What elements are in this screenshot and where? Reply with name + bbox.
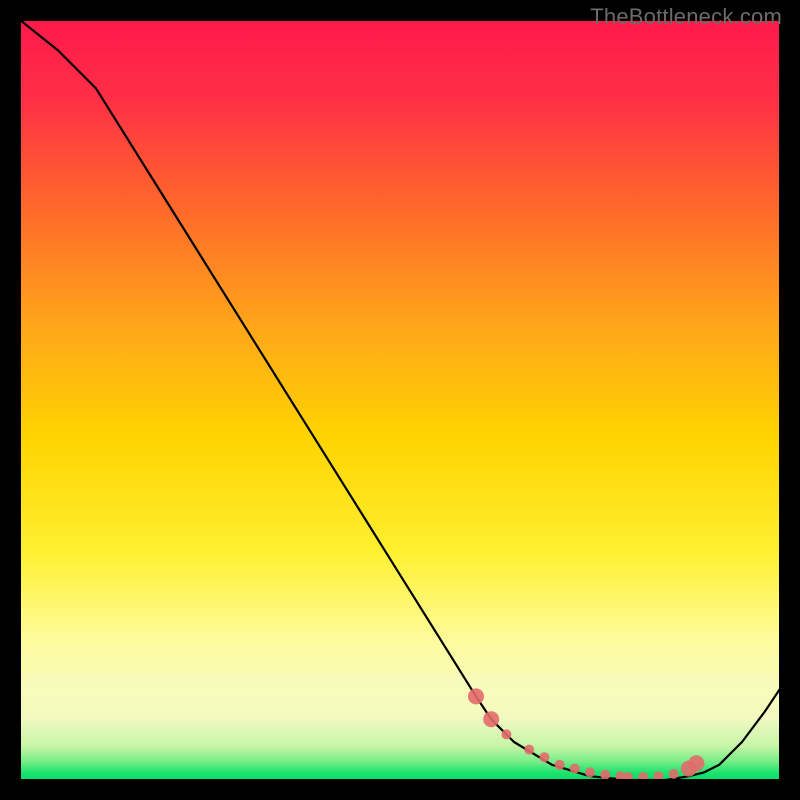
marker-dot (669, 769, 679, 779)
chart-svg (20, 20, 780, 780)
marker-dot (501, 729, 511, 739)
marker-dot (539, 752, 549, 762)
marker-dot (555, 760, 565, 770)
marker-dot (483, 711, 499, 727)
pale-band (20, 674, 780, 720)
marker-dot (600, 770, 610, 780)
plot-frame (20, 20, 780, 780)
watermark-text: TheBottleneck.com (590, 4, 782, 30)
gradient-background (20, 20, 780, 780)
chart-container: TheBottleneck.com (0, 0, 800, 800)
marker-dot (688, 755, 704, 771)
marker-dot (468, 688, 484, 704)
marker-dot (570, 764, 580, 774)
marker-dot (524, 745, 534, 755)
marker-dot (585, 767, 595, 777)
